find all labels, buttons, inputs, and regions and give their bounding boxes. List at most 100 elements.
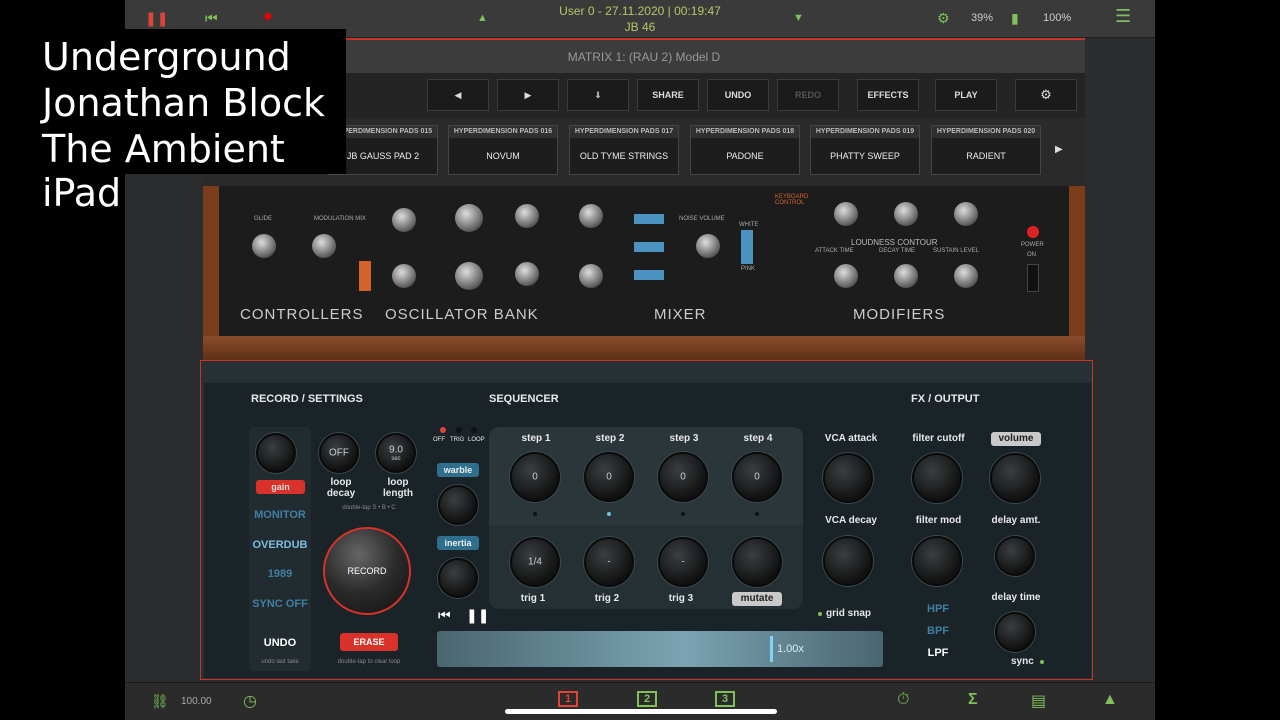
rocker-switch[interactable]	[359, 261, 371, 291]
undo-button[interactable]: UNDO	[707, 79, 769, 111]
mixer-switch[interactable]	[634, 214, 664, 224]
vca-attack-knob[interactable]	[823, 453, 873, 503]
modifier-knob[interactable]	[834, 202, 858, 226]
delay-amt-knob[interactable]	[995, 536, 1035, 576]
lpf-button[interactable]: LPF	[923, 647, 953, 659]
share-button[interactable]: SHARE	[637, 79, 699, 111]
loop-decay-knob[interactable]: OFF	[319, 433, 359, 473]
noise-volume-knob[interactable]	[696, 234, 720, 258]
timer-icon[interactable]: ⏱	[897, 691, 909, 709]
loop-length-knob[interactable]: 9.0 sec	[376, 433, 416, 473]
warble-knob[interactable]	[438, 485, 478, 525]
clock-icon[interactable]: ◷	[243, 691, 257, 711]
delay-time-knob[interactable]	[995, 612, 1035, 652]
prev-preset-button[interactable]: ◀	[427, 79, 489, 111]
sigma-icon[interactable]: Σ	[968, 691, 978, 709]
preset-card[interactable]: HYPERDIMENSION PADS 019 PHATTY SWEEP	[810, 125, 920, 175]
preset-card[interactable]: HYPERDIMENSION PADS 017 OLD TYME STRINGS	[569, 125, 679, 175]
noise-switch[interactable]	[741, 230, 753, 264]
tab-2[interactable]: 2	[637, 691, 657, 707]
preset-card[interactable]: HYPERDIMENSION PADS 018 PADONE	[690, 125, 800, 175]
playhead[interactable]	[770, 636, 773, 662]
osc-knob[interactable]	[392, 264, 416, 288]
osc-knob[interactable]	[515, 204, 539, 228]
inertia-knob[interactable]	[438, 558, 478, 598]
on-label: ON	[1027, 252, 1036, 258]
preset-card[interactable]: HYPERDIMENSION PADS 020 RADIENT	[931, 125, 1041, 175]
warble-button[interactable]: warble	[437, 463, 479, 477]
inertia-button[interactable]: inertia	[437, 536, 479, 550]
vca-decay-knob[interactable]	[823, 536, 873, 586]
sustain-knob[interactable]	[954, 264, 978, 288]
osc-knob[interactable]	[515, 262, 539, 286]
mixer-switch[interactable]	[634, 242, 664, 252]
grid-snap-led	[818, 612, 822, 616]
effects-button[interactable]: EFFECTS	[857, 79, 919, 111]
trig-1-knob[interactable]: 1/4	[510, 537, 560, 587]
controllers-label: CONTROLLERS	[240, 306, 364, 323]
overdub-button[interactable]: OVERDUB	[249, 539, 311, 551]
loop-waveform[interactable]	[437, 631, 883, 667]
hpf-button[interactable]: HPF	[923, 603, 953, 615]
trig-led[interactable]	[456, 427, 462, 433]
mutate-knob[interactable]	[732, 537, 782, 587]
osc-knob[interactable]	[392, 208, 416, 232]
osc-knob[interactable]	[455, 262, 483, 290]
sync-label[interactable]: sync	[1011, 656, 1034, 667]
mod-mix-knob[interactable]	[312, 234, 336, 258]
redo-button[interactable]: REDO	[777, 79, 839, 111]
erase-button[interactable]: ERASE	[340, 633, 398, 651]
step-1-knob[interactable]: 0	[510, 452, 560, 502]
grid-snap-label[interactable]: grid snap	[826, 608, 871, 619]
filter-mod-knob[interactable]	[912, 536, 962, 586]
next-page-icon[interactable]: ▶	[1055, 144, 1063, 155]
modifier-knob[interactable]	[954, 202, 978, 226]
looper-undo-button[interactable]: UNDO	[249, 637, 311, 649]
mixer-knob[interactable]	[579, 264, 603, 288]
mutate-button[interactable]: mutate	[732, 592, 782, 606]
down-arrow-icon[interactable]: ▼	[793, 12, 804, 24]
gain-knob[interactable]	[256, 433, 296, 473]
seq-rewind-icon[interactable]: ⏮	[438, 607, 451, 624]
step-4-knob[interactable]: 0	[732, 452, 782, 502]
double-tap-hint: double-tap S • B • C	[342, 505, 396, 511]
mixer-switch[interactable]	[634, 270, 664, 280]
record-settings-title: RECORD / SETTINGS	[251, 393, 363, 405]
volume-knob[interactable]	[990, 453, 1040, 503]
menu-icon[interactable]: ☰	[1115, 6, 1131, 27]
off-led[interactable]	[440, 427, 446, 433]
trig-2-knob[interactable]: -	[584, 537, 634, 587]
play-button[interactable]: PLAY	[935, 79, 997, 111]
mixer-knob[interactable]	[579, 204, 603, 228]
seq-pause-icon[interactable]: ❚❚	[466, 607, 489, 624]
next-preset-button[interactable]: ▶	[497, 79, 559, 111]
osc-knob[interactable]	[455, 204, 483, 232]
record-button[interactable]: RECORD	[323, 527, 411, 615]
glide-knob[interactable]	[252, 234, 276, 258]
volume-button[interactable]: volume	[991, 432, 1041, 446]
preset-card[interactable]: HYPERDIMENSION PADS 016 NOVUM	[448, 125, 558, 175]
warning-icon[interactable]: ▲	[1102, 691, 1118, 709]
link-icon[interactable]: ⛓	[151, 693, 169, 710]
gain-button[interactable]: gain	[256, 480, 305, 494]
modifier-knob[interactable]	[894, 202, 918, 226]
settings-button[interactable]: ⚙	[1015, 79, 1077, 111]
save-preset-button[interactable]: ⇓	[567, 79, 629, 111]
loop-led[interactable]	[471, 427, 477, 433]
bpf-button[interactable]: BPF	[923, 625, 953, 637]
attack-knob[interactable]	[834, 264, 858, 288]
attack-time-label: ATTACK TIME	[815, 248, 854, 254]
power-switch[interactable]	[1027, 264, 1039, 292]
tempo-readout[interactable]: 100.00	[181, 696, 212, 707]
decay-knob[interactable]	[894, 264, 918, 288]
tab-1[interactable]: 1	[558, 691, 578, 707]
sync-off-button[interactable]: SYNC OFF	[249, 598, 311, 610]
step-3-knob[interactable]: 0	[658, 452, 708, 502]
year-button[interactable]: 1989	[249, 568, 311, 580]
filter-cutoff-knob[interactable]	[912, 453, 962, 503]
trig-3-knob[interactable]: -	[658, 537, 708, 587]
monitor-button[interactable]: MONITOR	[249, 509, 311, 521]
step-2-knob[interactable]: 0	[584, 452, 634, 502]
tab-3[interactable]: 3	[715, 691, 735, 707]
keyboard-icon[interactable]: ▤	[1031, 691, 1046, 711]
